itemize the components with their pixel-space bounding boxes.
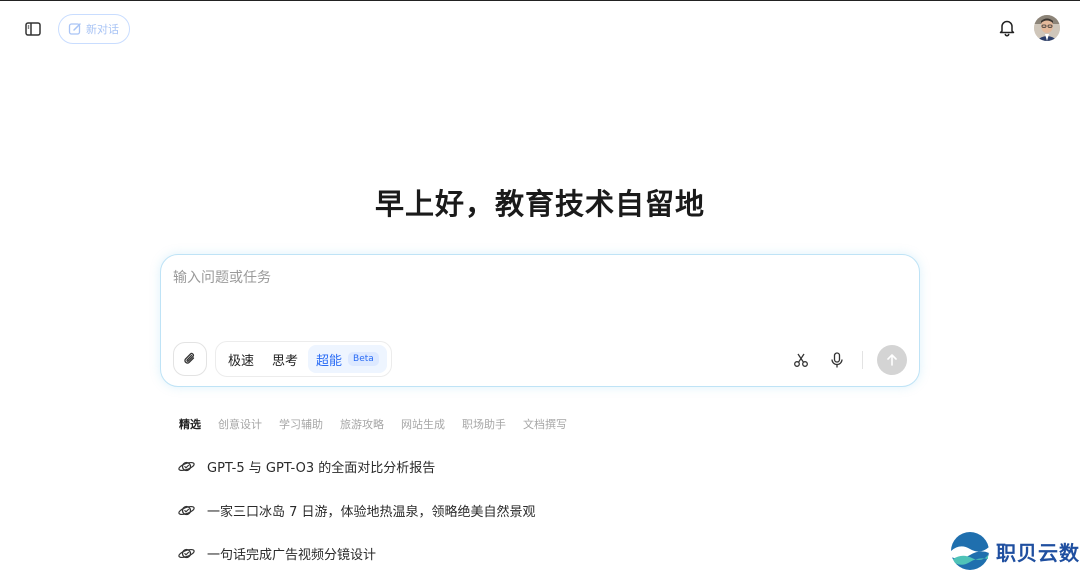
avatar[interactable]: [1034, 15, 1060, 41]
arrow-up-icon: [887, 354, 897, 366]
header-left: 新对话: [22, 14, 130, 44]
notifications-button[interactable]: [996, 17, 1018, 39]
beta-badge: Beta: [348, 352, 379, 366]
suggestion-item[interactable]: 一句话完成广告视频分镜设计: [178, 544, 376, 563]
scissors-icon: [794, 353, 808, 367]
attach-button[interactable]: [173, 342, 207, 376]
sidebar-toggle-icon: [25, 22, 41, 36]
tab-creative-design[interactable]: 创意设计: [218, 416, 262, 432]
bell-icon: [999, 20, 1015, 37]
watermark-logo: [950, 531, 990, 571]
orbit-icon: [178, 461, 195, 472]
mode-fast[interactable]: 极速: [220, 345, 262, 373]
composer: 输入问题或任务 极速 思考 超能 Beta: [160, 254, 920, 387]
greeting-title: 早上好，教育技术自留地: [374, 187, 705, 221]
suggestion-item[interactable]: 一家三口冰岛 7 日游，体验地热温泉，领略绝美自然景观: [178, 501, 536, 520]
suggestion-text: GPT-5 与 GPT-O3 的全面对比分析报告: [207, 461, 436, 476]
suggestion-item[interactable]: GPT-5 与 GPT-O3 的全面对比分析报告: [178, 457, 435, 476]
category-tabs: 精选 创意设计 学习辅助 旅游攻略 网站生成 职场助手 文档撰写: [179, 416, 567, 432]
orbit-icon: [178, 505, 195, 516]
send-button[interactable]: [877, 345, 907, 375]
voice-input-button[interactable]: [826, 349, 848, 371]
sidebar-toggle-button[interactable]: [22, 18, 44, 40]
tab-website-builder[interactable]: 网站生成: [401, 416, 445, 432]
tab-doc-writing[interactable]: 文档撰写: [523, 416, 567, 432]
suggestion-text: 一句话完成广告视频分镜设计: [207, 548, 377, 563]
tab-study-aid[interactable]: 学习辅助: [279, 416, 323, 432]
mode-fast-label: 极速: [228, 353, 255, 369]
tab-travel-guide[interactable]: 旅游攻略: [340, 416, 384, 432]
tab-work-assistant[interactable]: 职场助手: [462, 416, 506, 432]
scissors-button[interactable]: [790, 349, 812, 371]
prompt-input[interactable]: 输入问题或任务: [173, 267, 873, 287]
watermark-text: 职贝云数: [996, 540, 1080, 565]
new-chat-label: 新对话: [86, 23, 119, 36]
new-chat-button[interactable]: 新对话: [58, 14, 130, 44]
edit-icon: [68, 23, 81, 35]
mode-super[interactable]: 超能 Beta: [308, 345, 387, 373]
paperclip-icon: [184, 352, 195, 364]
mode-selector: 极速 思考 超能 Beta: [215, 341, 392, 377]
orbit-icon: [178, 548, 195, 559]
watermark: 职贝云数: [950, 531, 1080, 571]
user-avatar-icon: [1034, 15, 1060, 41]
composer-tools: [790, 345, 907, 375]
toolbar-divider: [862, 351, 863, 369]
mode-think-label: 思考: [272, 353, 299, 369]
mode-think[interactable]: 思考: [264, 345, 306, 373]
suggestion-text: 一家三口冰岛 7 日游，体验地热温泉，领略绝美自然景观: [207, 505, 536, 520]
microphone-icon: [831, 351, 843, 367]
header-right: [996, 15, 1060, 41]
tab-featured[interactable]: 精选: [179, 416, 201, 432]
app-page: 新对话 早上好，教育技术自留地 输入问题或任务 极速 思考 超能 Beta 精选…: [0, 0, 1080, 575]
mode-super-label: 超能: [316, 353, 343, 369]
wave-logo-icon: [951, 532, 989, 570]
